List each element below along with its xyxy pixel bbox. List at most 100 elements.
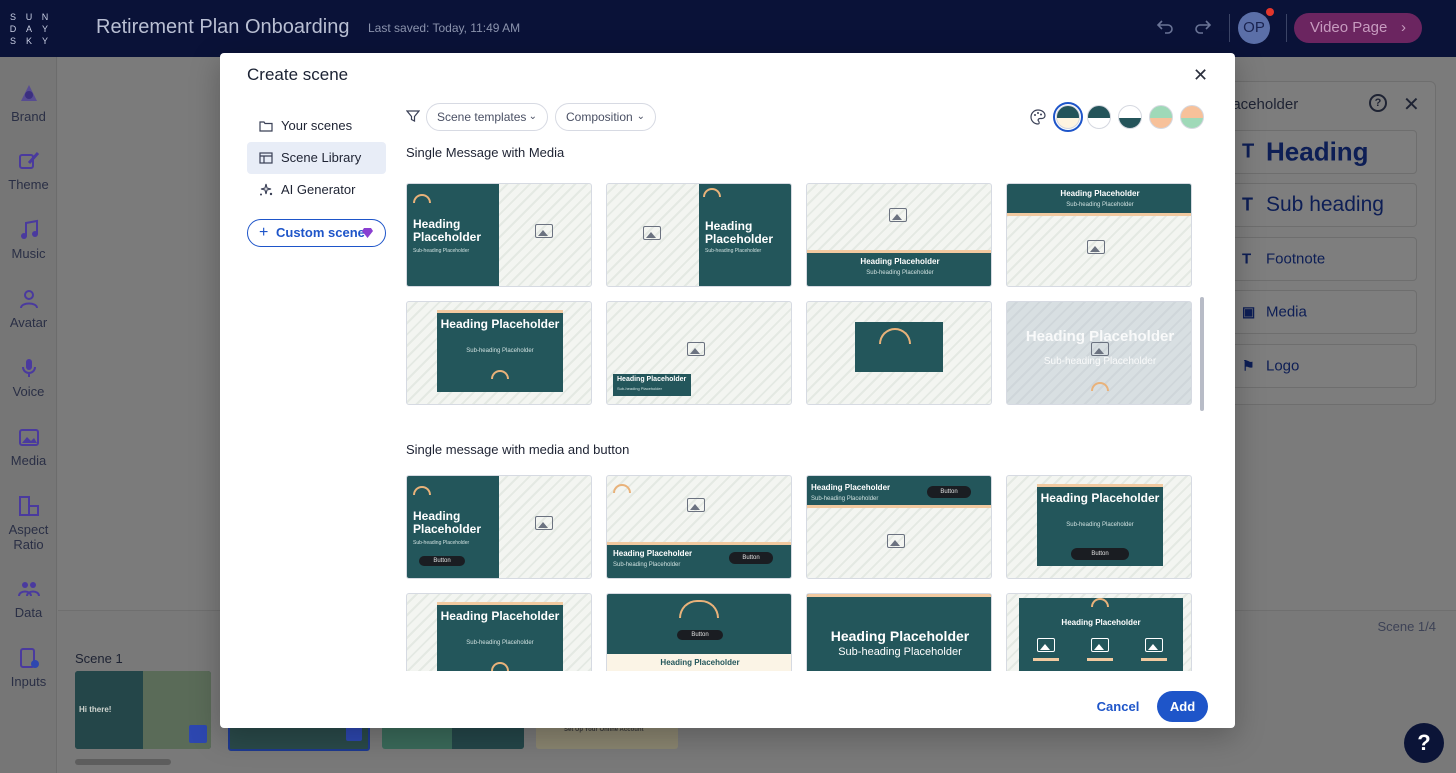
nav-scene-library[interactable]: Scene Library	[247, 142, 386, 174]
scene-template-card[interactable]: Heading Placeholder Sub-heading Placehold…	[406, 183, 592, 287]
nav-label: Your scenes	[281, 118, 353, 133]
scene-template-card[interactable]: Heading Placeholder Sub-heading Placehold…	[606, 183, 792, 287]
rail-item-aspect-ratio[interactable]: Aspect Ratio	[0, 494, 57, 552]
rail-item-label: Brand	[11, 109, 46, 124]
rail-item-label: Data	[14, 605, 43, 620]
rail-item-inputs[interactable]: Inputs	[0, 646, 57, 689]
scene-template-card[interactable]: Heading Placeholder Sub-heading Placehold…	[406, 475, 592, 579]
placeholder-logo[interactable]: ⚑ Logo	[1229, 344, 1417, 388]
placeholder-label: Sub heading	[1266, 193, 1384, 216]
rail-item-avatar[interactable]: Avatar	[0, 287, 57, 330]
placeholder-footnote[interactable]: T Footnote	[1229, 237, 1417, 281]
image-placeholder-icon	[1091, 342, 1109, 356]
logo-letter: Y	[41, 23, 48, 34]
video-page-button[interactable]: Video Page ›	[1294, 13, 1422, 43]
notification-dot	[1266, 8, 1274, 16]
logo-letter: Y	[41, 35, 48, 46]
scene-template-card[interactable]: Heading Placeholder Sub-heading Placehold…	[1006, 475, 1192, 579]
scene-template-card[interactable]: Heading Placeholder Sub-heading Placehold…	[1006, 183, 1192, 287]
scene-thumbnail[interactable]: Hi there!	[75, 671, 211, 749]
user-avatar[interactable]: OP	[1238, 12, 1270, 44]
nav-your-scenes[interactable]: Your scenes	[247, 110, 386, 142]
chevron-right-icon: ›	[1401, 19, 1406, 36]
help-icon[interactable]: ?	[1369, 94, 1387, 112]
scene-template-card[interactable]: Heading Placeholder Sub-heading Placehold…	[406, 593, 592, 671]
rail-item-brand[interactable]: Brand	[0, 81, 57, 124]
library-icon	[259, 152, 273, 164]
image-placeholder-icon	[535, 224, 553, 238]
rail-item-voice[interactable]: Voice	[0, 356, 57, 399]
scene-template-card[interactable]: Button Heading Placeholder	[606, 593, 792, 671]
scene-template-card[interactable]: Heading Placeholder Sub-heading Placehold…	[806, 593, 992, 671]
card-subheading: Sub-heading Placeholder	[413, 248, 470, 254]
image-placeholder-icon	[643, 226, 661, 240]
card-subheading: Sub-heading Placeholder	[466, 640, 534, 646]
undo-icon[interactable]	[1153, 16, 1177, 40]
mountain-glyph	[538, 230, 548, 236]
custom-scene-button[interactable]: + Custom scene	[247, 219, 386, 247]
logo-letter: K	[25, 35, 32, 46]
logo-letter: S	[9, 11, 16, 22]
palette-swatch[interactable]	[1149, 105, 1173, 129]
inputs-icon	[19, 648, 39, 668]
image-icon: ▣	[1242, 303, 1256, 320]
palette-swatch[interactable]	[1180, 105, 1204, 129]
dialog-title: Create scene	[247, 65, 349, 84]
mountain-glyph	[1148, 644, 1158, 650]
folder-icon	[259, 121, 273, 132]
cancel-button[interactable]: Cancel	[1088, 692, 1148, 722]
rail-item-label: Aspect Ratio	[8, 522, 49, 552]
rail-item-label: Voice	[12, 384, 45, 399]
card-heading: Heading Placeholder	[613, 549, 693, 558]
project-title[interactable]: Retirement Plan Onboarding	[96, 16, 349, 39]
scene-template-card[interactable]: Heading Placeholder Sub-heading Placehold…	[806, 475, 992, 579]
dropdown-label: Composition	[566, 110, 633, 124]
media-caption-bar	[1033, 658, 1059, 661]
add-button[interactable]: Add	[1157, 691, 1208, 722]
sundaysky-logo[interactable]: SUNDAYSKY	[0, 0, 58, 57]
card-button-label: Button	[927, 486, 971, 498]
rail-item-music[interactable]: Music	[0, 218, 57, 261]
card-subheading: Sub-heading Placeholder	[811, 496, 879, 502]
rail-item-media[interactable]: Media	[0, 425, 57, 468]
rail-item-theme[interactable]: Theme	[0, 149, 57, 192]
rail-item-data[interactable]: Data	[0, 577, 57, 620]
image-placeholder-icon	[687, 498, 705, 512]
scene-template-card[interactable]: Heading Placeholder Sub-heading Placehold…	[606, 301, 792, 405]
scene-template-card[interactable]: Heading Placeholder Sub-heading Placehold…	[806, 183, 992, 287]
palette-swatch[interactable]	[1053, 102, 1083, 132]
microphone-icon	[21, 359, 36, 377]
placeholder-heading[interactable]: T Heading	[1229, 130, 1417, 174]
scene-template-card[interactable]: Heading Placeholder	[1006, 593, 1192, 671]
horizontal-scrollbar[interactable]	[75, 759, 171, 765]
palette-swatch[interactable]	[1087, 105, 1111, 129]
section-title: Single message with media and button	[406, 442, 630, 457]
rail-item-label: Avatar	[9, 315, 48, 330]
composition-dropdown[interactable]: Composition ⌄	[555, 103, 656, 131]
mountain-glyph	[690, 504, 700, 510]
nav-ai-generator[interactable]: AI Generator	[247, 174, 386, 206]
palette-swatch[interactable]	[1118, 105, 1142, 129]
scene-template-card[interactable]: Heading Placeholder Sub-heading Placehold…	[606, 475, 792, 579]
scene-library-list[interactable]: Single Message with Media Heading Placeho…	[400, 145, 1200, 671]
chevron-down-icon: ⌄	[636, 111, 645, 122]
card-subheading: Sub-heading Placeholder	[613, 562, 681, 568]
scene-template-card[interactable]: Heading Placeholder Sub-heading Placehold…	[1006, 301, 1192, 405]
close-icon[interactable]: ✕	[1193, 65, 1208, 86]
mountain-glyph	[1094, 644, 1104, 650]
placeholder-sub-heading[interactable]: T Sub heading	[1229, 183, 1417, 227]
scene-template-card[interactable]	[806, 301, 992, 405]
help-button[interactable]: ?	[1404, 723, 1444, 763]
vertical-scrollbar[interactable]	[1200, 297, 1204, 411]
custom-scene-label: Custom scene	[276, 225, 365, 240]
image-placeholder-icon	[535, 516, 553, 530]
card-accent	[807, 594, 991, 597]
scene-templates-dropdown[interactable]: Scene templates ⌄	[426, 103, 548, 131]
close-icon[interactable]: ✕	[1403, 92, 1420, 117]
redo-icon[interactable]	[1191, 16, 1215, 40]
card-subheading: Sub-heading Placeholder	[1066, 522, 1134, 528]
scene-template-card[interactable]: Heading Placeholder Sub-heading Placehold…	[406, 301, 592, 405]
filter-icon	[406, 110, 420, 122]
placeholder-media[interactable]: ▣ Media	[1229, 290, 1417, 334]
card-subheading: Sub-heading Placeholder	[1066, 202, 1134, 208]
